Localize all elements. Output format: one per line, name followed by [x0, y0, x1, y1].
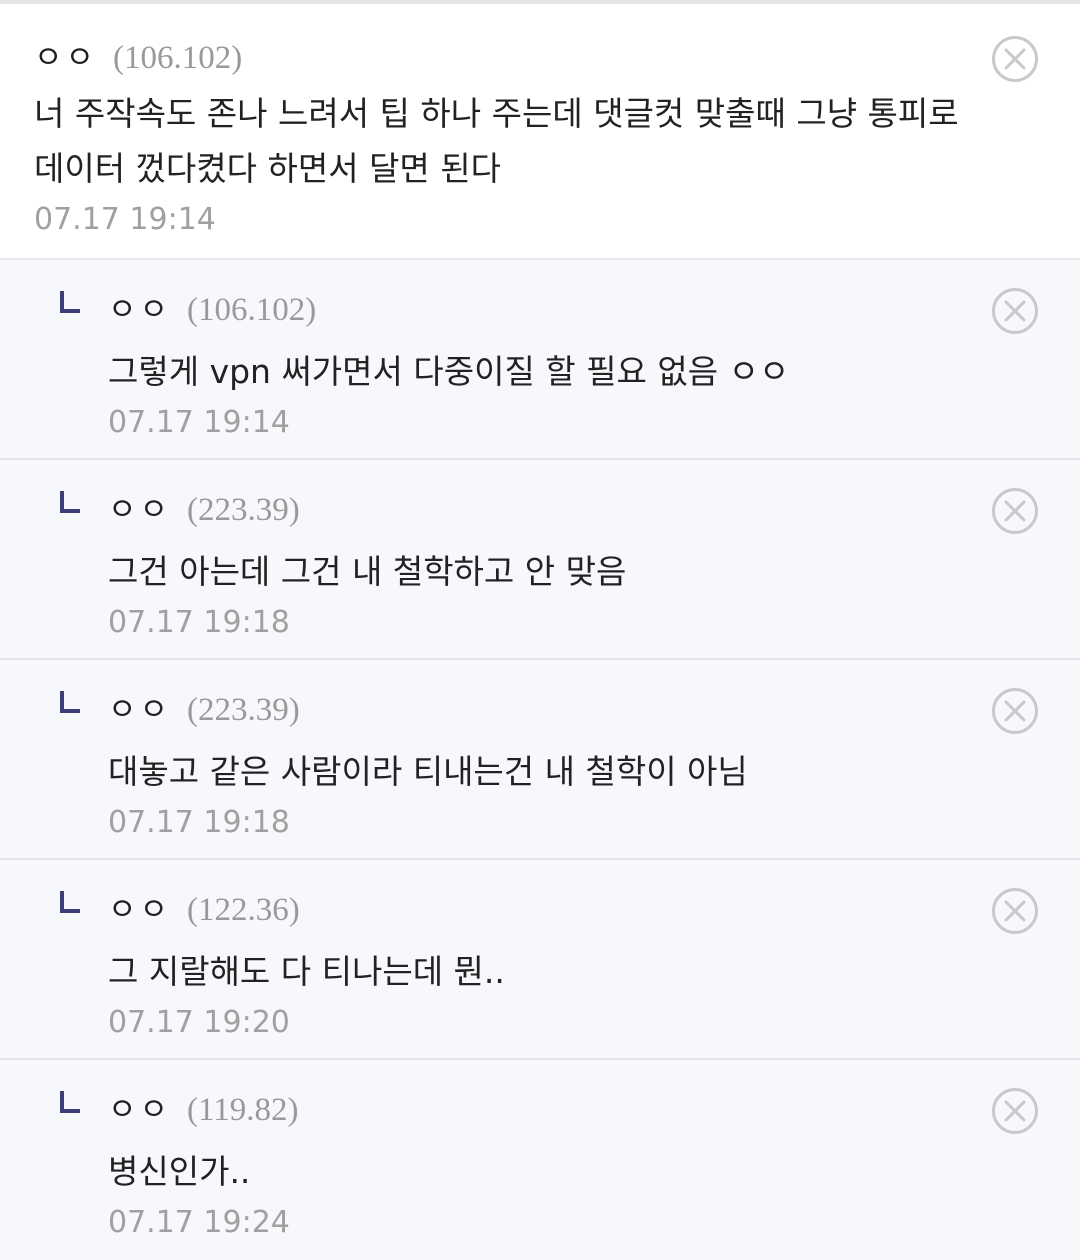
close-circle-icon	[1004, 700, 1026, 722]
delete-reply-button[interactable]	[992, 488, 1038, 534]
reply-header: ㅇㅇ (106.102)	[108, 284, 1080, 330]
reply-date: 07.17 19:18	[108, 805, 290, 840]
comment-nickname[interactable]: ㅇㅇ	[34, 32, 97, 77]
reply-arrow-icon	[60, 491, 80, 513]
comment-list: ㅇㅇ (106.102) 너 주작속도 존나 느려서 팁 하나 주는데 댓글컷 …	[0, 4, 1080, 1260]
reply-nickname[interactable]: ㅇㅇ	[108, 684, 171, 729]
reply-item: ㅇㅇ (122.36) 그 지랄해도 다 티나는데 뭔.. 07.17 19:2…	[0, 860, 1080, 1060]
reply-text: 병신인가..	[108, 1152, 251, 1191]
reply-header: ㅇㅇ (119.82)	[108, 1084, 1080, 1130]
close-circle-icon	[1004, 1100, 1026, 1122]
comment-ip: (106.102)	[113, 40, 243, 76]
reply-text: 대놓고 같은 사람이라 티내는건 내 철학이 아님	[108, 752, 748, 791]
reply-text: 그건 아는데 그건 내 철학하고 안 맞음	[108, 552, 627, 591]
delete-reply-button[interactable]	[992, 688, 1038, 734]
reply-nickname[interactable]: ㅇㅇ	[108, 884, 171, 929]
comment-text: 너 주작속도 존나 느려서 팁 하나 주는데 댓글컷 맞출때 그냥 통피로 데이…	[34, 94, 959, 188]
reply-item: ㅇㅇ (223.39) 대놓고 같은 사람이라 티내는건 내 철학이 아님 07…	[0, 660, 1080, 860]
reply-ip: (122.36)	[187, 892, 300, 928]
reply-arrow-icon	[60, 1091, 80, 1113]
reply-ip: (119.82)	[187, 1092, 299, 1128]
reply-nickname[interactable]: ㅇㅇ	[108, 1084, 171, 1129]
comment-item: ㅇㅇ (106.102) 너 주작속도 존나 느려서 팁 하나 주는데 댓글컷 …	[0, 4, 1080, 260]
reply-date: 07.17 19:14	[108, 405, 290, 440]
delete-comment-button[interactable]	[992, 36, 1038, 82]
reply-header: ㅇㅇ (223.39)	[108, 484, 1080, 530]
reply-text: 그 지랄해도 다 티나는데 뭔..	[108, 952, 505, 991]
close-circle-icon	[1004, 48, 1026, 70]
comment-header: ㅇㅇ (106.102)	[34, 32, 1080, 78]
reply-header: ㅇㅇ (223.39)	[108, 684, 1080, 730]
delete-reply-button[interactable]	[992, 288, 1038, 334]
delete-reply-button[interactable]	[992, 888, 1038, 934]
reply-date: 07.17 19:24	[108, 1205, 290, 1240]
reply-text: 그렇게 vpn 써가면서 다중이질 할 필요 없음 ㅇㅇ	[108, 352, 790, 391]
reply-item: ㅇㅇ (106.102) 그렇게 vpn 써가면서 다중이질 할 필요 없음 ㅇ…	[0, 260, 1080, 460]
close-circle-icon	[1004, 900, 1026, 922]
reply-arrow-icon	[60, 891, 80, 913]
reply-date: 07.17 19:18	[108, 605, 290, 640]
reply-nickname[interactable]: ㅇㅇ	[108, 484, 171, 529]
reply-arrow-icon	[60, 291, 80, 313]
reply-item: ㅇㅇ (119.82) 병신인가.. 07.17 19:24	[0, 1060, 1080, 1260]
reply-header: ㅇㅇ (122.36)	[108, 884, 1080, 930]
reply-arrow-icon	[60, 691, 80, 713]
reply-date: 07.17 19:20	[108, 1005, 290, 1040]
reply-item: ㅇㅇ (223.39) 그건 아는데 그건 내 철학하고 안 맞음 07.17 …	[0, 460, 1080, 660]
delete-reply-button[interactable]	[992, 1088, 1038, 1134]
reply-ip: (106.102)	[187, 292, 317, 328]
comment-date: 07.17 19:14	[34, 202, 216, 237]
close-circle-icon	[1004, 300, 1026, 322]
reply-ip: (223.39)	[187, 492, 300, 528]
reply-ip: (223.39)	[187, 692, 300, 728]
close-circle-icon	[1004, 500, 1026, 522]
reply-nickname[interactable]: ㅇㅇ	[108, 284, 171, 329]
